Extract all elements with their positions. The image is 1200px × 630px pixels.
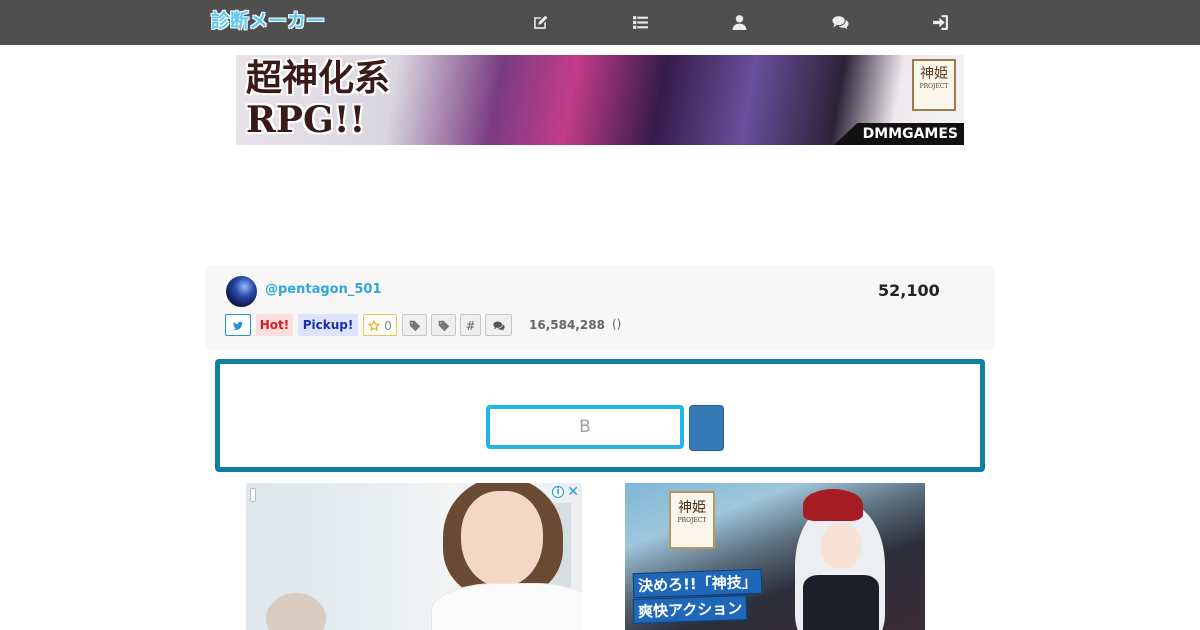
- site-logo[interactable]: 診断メーカー: [211, 8, 325, 34]
- ad-photo-face: [461, 491, 543, 587]
- ad-marker: [250, 488, 256, 502]
- diagnosis-info-panel: @pentagon_501 52,100 Hot! Pickup! 0 # 16…: [205, 266, 995, 349]
- ad-photo-person: [421, 483, 582, 630]
- ad-left[interactable]: i ✕: [246, 483, 582, 630]
- ad-photo-shirt: [431, 583, 582, 630]
- diagnosis-count: 52,100: [878, 281, 940, 300]
- author-avatar[interactable]: [226, 276, 257, 307]
- comments-icon: [492, 321, 505, 331]
- banner-ad[interactable]: 超神化系 RPG!! 神姫 PROJECT DMMGAMES: [236, 55, 964, 145]
- hashtag-button[interactable]: #: [460, 314, 481, 336]
- diagnosis-form: [215, 359, 985, 472]
- banner-seal-sub: PROJECT: [919, 83, 949, 90]
- tag-button-2[interactable]: [431, 314, 456, 336]
- name-input[interactable]: [486, 405, 684, 449]
- view-count: 16,584,288: [529, 318, 605, 332]
- tag-button[interactable]: [402, 314, 427, 336]
- info-icon[interactable]: i: [552, 486, 564, 498]
- ad-character-hat: [803, 489, 863, 521]
- ad-seal-logo: 神姫 PROJECT: [669, 491, 715, 549]
- comments-button[interactable]: [485, 314, 512, 336]
- ad-character-face: [821, 523, 861, 569]
- banner-seal-title: 神姫: [920, 66, 948, 82]
- star-icon: [368, 319, 381, 332]
- twitter-icon: [232, 321, 244, 330]
- author-link[interactable]: @pentagon_501: [265, 282, 382, 297]
- banner-seal-logo: 神姫 PROJECT: [912, 59, 956, 111]
- ad-right[interactable]: 神姫 PROJECT 決めろ!!「神技」 爽快アクション: [625, 483, 925, 630]
- user-icon[interactable]: [729, 12, 749, 32]
- ad-seal-title: 神姫: [678, 500, 706, 516]
- ad-caption-1: 決めろ!!「神技」: [632, 568, 763, 599]
- list-icon[interactable]: [630, 12, 650, 32]
- ad-caption-2: 爽快アクション: [632, 595, 748, 624]
- edit-icon[interactable]: [530, 12, 550, 32]
- view-count-paren: (): [612, 317, 622, 331]
- favorite-button[interactable]: 0: [363, 314, 397, 336]
- twitter-share-button[interactable]: [225, 314, 251, 336]
- banner-brand: DMMGAMES: [834, 123, 964, 145]
- ad-photo-blur: [266, 593, 326, 630]
- banner-headline: 超神化系 RPG!!: [246, 57, 391, 141]
- favorite-count: 0: [384, 319, 392, 333]
- hot-badge[interactable]: Hot!: [256, 314, 293, 336]
- comments-icon[interactable]: [830, 12, 850, 32]
- pickup-badge[interactable]: Pickup!: [298, 314, 358, 336]
- tag-icon: [409, 320, 420, 332]
- ad-seal-sub: PROJECT: [677, 517, 707, 524]
- diagnose-button[interactable]: [689, 405, 724, 451]
- tag-icon: [438, 320, 449, 332]
- ad-character-uniform: [803, 575, 879, 630]
- close-icon[interactable]: ✕: [567, 484, 579, 500]
- sign-in-icon[interactable]: [930, 12, 950, 32]
- top-navbar: 診断メーカー: [0, 0, 1200, 45]
